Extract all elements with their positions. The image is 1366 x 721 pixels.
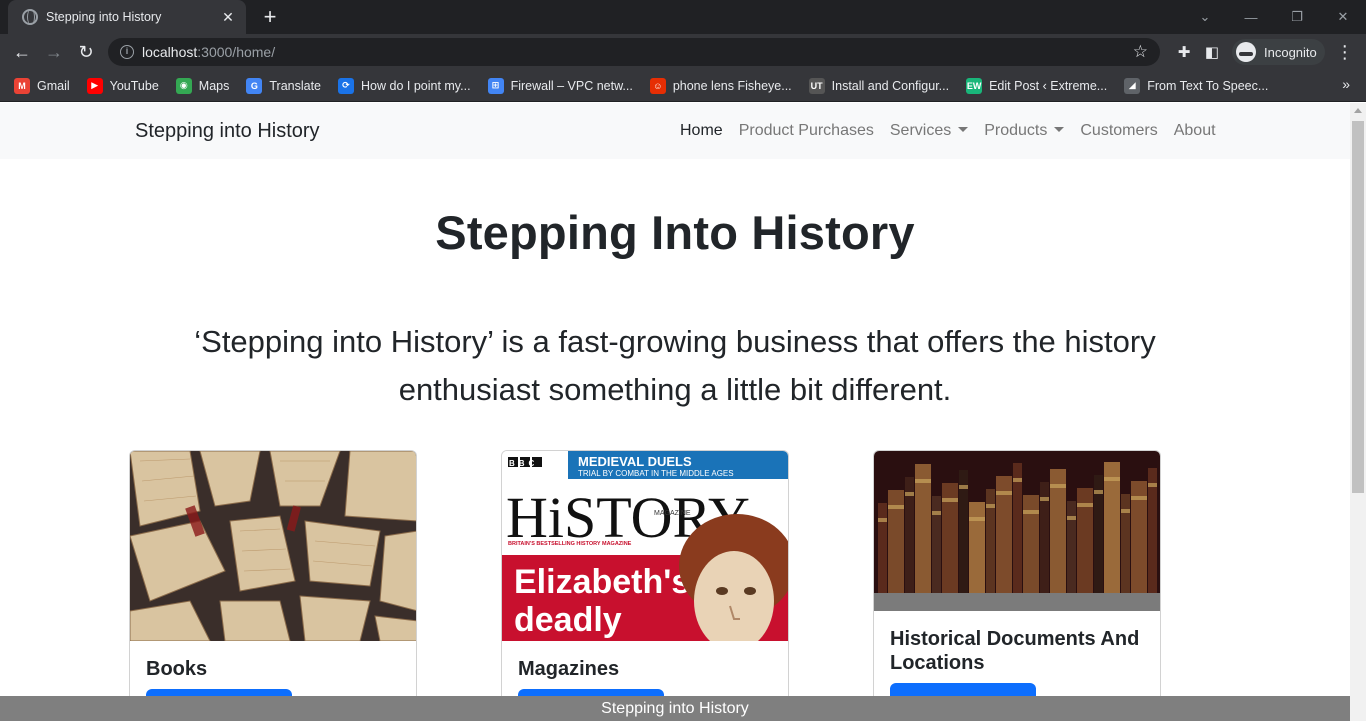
incognito-profile-button[interactable]: Incognito [1232,39,1325,65]
bookmark-item[interactable]: ☺ phone lens Fisheye... [649,77,792,94]
browser-tab[interactable]: Stepping into History ✕ [8,0,246,34]
bookmarks-overflow-icon[interactable]: » [1342,76,1350,92]
gcp-icon: ⊞ [487,77,504,94]
nav-services[interactable]: Services [882,122,976,140]
window-close-icon[interactable]: ✕ [1320,9,1366,25]
forward-arrow-icon[interactable]: → [40,38,68,66]
nav-label: Products [984,122,1048,139]
nav-customers[interactable]: Customers [1072,122,1165,140]
back-arrow-icon[interactable]: ← [8,38,36,66]
bookmark-label: Gmail [37,78,70,93]
page-viewport: Stepping into History Home Product Purcha… [0,103,1350,721]
browser-toolbar: ← → ↻ i localhost:3000/home/ ☆ ✚ ◧ Incog… [0,34,1366,70]
card-magazines: BBC MEDIEVAL DUELS TRIAL BY COMBAT IN TH… [501,450,789,721]
scroll-up-arrow-icon[interactable] [1354,108,1362,113]
nav-label: Home [680,122,723,139]
navbar-links: Home Product Purchases Services Products Cus… [672,103,1224,159]
bookmark-item[interactable]: UT Install and Configur... [808,77,950,94]
bookmark-item[interactable]: ◉ Maps [175,77,230,94]
gmail-icon: M [14,77,30,94]
bookmark-label: How do I point my... [361,78,471,93]
bookmark-item[interactable]: G Translate [246,77,322,94]
reload-icon[interactable]: ↻ [72,38,100,66]
card-title: Books [146,658,208,680]
site-navbar: Stepping into History Home Product Purcha… [0,103,1350,159]
nav-label: Customers [1080,122,1158,139]
magazine-image: BBC MEDIEVAL DUELS TRIAL BY COMBAT IN TH… [502,451,788,641]
extensions-puzzle-icon[interactable]: ✚ [1170,43,1198,61]
magazine-masthead-small: MAGAZINE [654,510,691,517]
bookmark-item[interactable]: ⊞ Firewall – VPC netw... [487,77,633,94]
old-books-shelf-image [874,451,1160,611]
bookmark-item[interactable]: EW Edit Post ‹ Extreme... [966,77,1108,94]
bookmark-label: Translate [269,78,322,93]
youtube-icon: ▶ [86,77,103,94]
bookmark-star-icon[interactable]: ☆ [1133,42,1148,62]
aliexpress-icon: ☺ [649,77,666,94]
card-books: Books [129,450,417,721]
nav-label: About [1173,122,1216,139]
scrollbar-thumb[interactable] [1352,121,1364,493]
bookmark-item[interactable]: ◢ From Text To Speec... [1124,77,1269,94]
nav-label: Product Purchases [738,122,874,139]
magazine-headline-2: deadly [514,601,622,639]
page-title: Stepping Into History [435,206,915,259]
link-icon: ⟳ [338,77,355,94]
incognito-icon [1236,42,1256,62]
globe-icon [22,9,38,25]
bookmark-item[interactable]: ▶ YouTube [86,77,159,94]
url-host: localhost [142,44,198,60]
dropdown-caret-icon [958,127,969,133]
dropdown-caret-icon [1054,127,1065,133]
bookmark-label: From Text To Speec... [1147,78,1269,93]
minimize-icon[interactable]: — [1228,10,1274,25]
nav-about[interactable]: About [1166,122,1224,140]
page-footer: Stepping into History [0,696,1350,721]
bookmark-label: Edit Post ‹ Extreme... [989,78,1108,93]
page-scrollbar[interactable] [1350,103,1366,721]
navbar-brand[interactable]: Stepping into History [135,120,320,143]
magazine-bbc-text: BBC [509,459,538,468]
wordpress-icon: EW [966,77,983,94]
bookmark-label: phone lens Fisheye... [672,78,792,93]
bookmark-label: Install and Configur... [831,78,950,93]
tab-title: Stepping into History [46,10,162,24]
kebab-menu-icon[interactable]: ⋮ [1333,42,1357,63]
address-bar[interactable]: i localhost:3000/home/ ☆ [108,38,1160,66]
restore-icon[interactable]: ❐ [1274,9,1320,25]
incognito-label: Incognito [1264,44,1317,60]
hero-lead-text: ‘Stepping into History’ is a fast-growin… [194,324,1156,407]
magazine-tagline: BRITAIN'S BESTSELLING HISTORY MAGAZINE [508,541,632,547]
nav-product-purchases[interactable]: Product Purchases [731,122,882,140]
bookmark-label: Maps [198,78,230,93]
url-text[interactable]: localhost:3000/home/ [142,44,1133,60]
url-path: :3000/home/ [197,44,276,60]
window-controls: ⌄ — ❐ ✕ [1182,0,1366,34]
nav-home[interactable]: Home [672,122,731,140]
card-title: Historical Documents And Locations [890,628,1140,674]
tab-close-icon[interactable]: ✕ [220,9,236,26]
bookmark-item[interactable]: M Gmail [14,77,70,94]
books-image [130,451,416,641]
magazine-headline-1: Elizabeth's [514,563,690,601]
card-historical-documents: Historical Documents And Locations [873,450,1161,721]
site-info-icon[interactable]: i [120,45,134,59]
speech-icon: ◢ [1124,77,1141,94]
bookmark-label: YouTube [109,78,159,93]
magazine-banner-subtext: TRIAL BY COMBAT IN THE MIDDLE AGES [578,469,734,478]
nav-label: Services [889,122,952,139]
new-tab-button[interactable]: + [258,4,282,30]
nav-products[interactable]: Products [976,122,1072,140]
translate-icon: G [246,77,263,94]
card-title: Magazines [518,658,620,680]
ut-icon: UT [808,77,825,94]
magazine-banner-text: MEDIEVAL DUELS [578,454,692,469]
bookmark-item[interactable]: ⟳ How do I point my... [338,77,471,94]
browser-tabstrip: Stepping into History ✕ + ⌄ — ❐ ✕ [0,0,1366,34]
maps-icon: ◉ [175,77,192,94]
tab-search-icon[interactable]: ⌄ [1182,9,1228,25]
side-panel-icon[interactable]: ◧ [1198,43,1226,61]
bookmarks-bar: M Gmail ▶ YouTube ◉ Maps G Translate ⟳ How do I p… [0,70,1366,102]
bookmark-label: Firewall – VPC netw... [510,78,633,93]
